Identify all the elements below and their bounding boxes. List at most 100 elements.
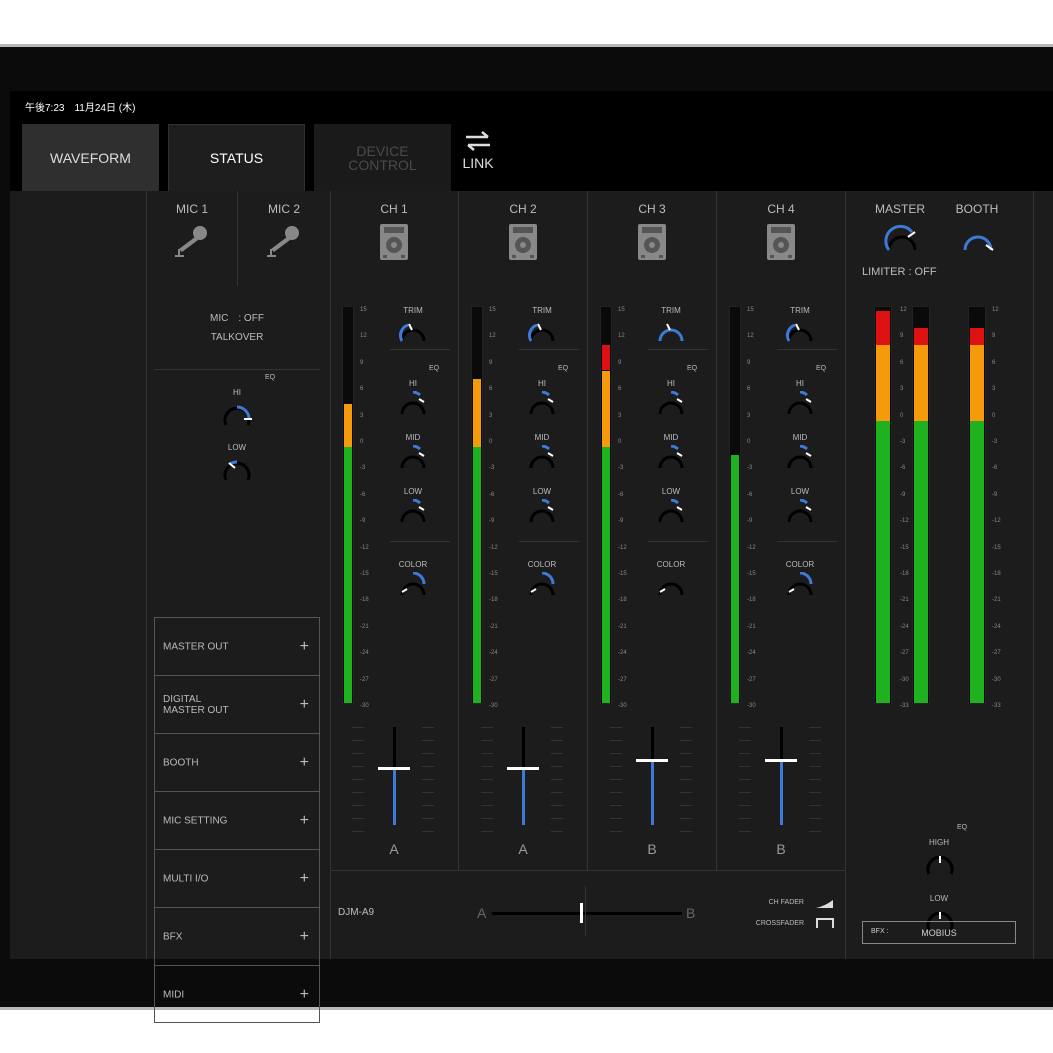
low-label: LOW <box>532 487 552 496</box>
mid-knob[interactable] <box>398 445 428 471</box>
hi-knob[interactable] <box>785 391 815 417</box>
meter-scale-label: -3 <box>992 439 998 445</box>
fader-tick <box>610 779 622 780</box>
mic1-icon <box>175 226 207 257</box>
master-level-knob[interactable] <box>884 223 920 255</box>
menu-mic-setting[interactable]: MIC SETTING + <box>155 792 319 850</box>
master-label: MASTER <box>874 202 925 216</box>
channel-fader-handle[interactable] <box>507 767 539 771</box>
fader-tick <box>809 766 821 767</box>
meter-scale-label: -9 <box>747 518 753 525</box>
divider <box>519 349 579 350</box>
meter-scale-label: -21 <box>618 623 627 630</box>
fader-tick <box>481 805 493 806</box>
crossfader-track[interactable] <box>492 912 682 915</box>
meter-scale-label: -21 <box>900 597 909 604</box>
crossfader-b-label: B <box>686 905 696 921</box>
mid-knob[interactable] <box>527 445 557 471</box>
trim-knob[interactable] <box>527 318 557 344</box>
menu-bfx[interactable]: BFX + <box>155 908 319 966</box>
channel-fader-handle[interactable] <box>636 759 668 763</box>
meter-scale-label: 9 <box>618 359 622 366</box>
meter-green <box>344 446 352 703</box>
fader-tick <box>481 831 493 832</box>
meter-scale-label: 15 <box>489 307 496 313</box>
meter-scale-label: 12 <box>489 333 496 340</box>
meter-scale-label: 12 <box>900 307 907 313</box>
crossfader-curve-label: CROSSFADER <box>755 920 804 927</box>
mid-knob[interactable] <box>785 445 815 471</box>
meter-scale-label: -27 <box>992 650 1001 657</box>
booth-level-knob[interactable] <box>960 223 996 255</box>
tab-waveform[interactable]: WAVEFORM <box>22 124 159 191</box>
color-knob[interactable] <box>656 572 686 598</box>
fader-tick <box>422 805 434 806</box>
hi-knob[interactable] <box>527 391 557 417</box>
hi-knob[interactable] <box>398 391 428 417</box>
fader-tick <box>610 766 622 767</box>
crossfader-assign-label: B <box>776 841 786 857</box>
curve-icons[interactable] <box>815 897 835 931</box>
meter-orange <box>344 404 352 447</box>
mic-low-knob[interactable] <box>221 455 253 485</box>
meter-scale-label: -18 <box>747 597 756 604</box>
link-button[interactable]: LINK <box>458 131 498 171</box>
meter-scale-label: -30 <box>618 703 627 709</box>
trim-knob[interactable] <box>398 318 428 344</box>
meter-scale-label: 0 <box>360 439 364 445</box>
menu-midi[interactable]: MIDI + <box>155 966 319 1024</box>
fader-tick <box>352 753 364 754</box>
fader-tick <box>739 779 751 780</box>
fader-tick <box>481 727 493 728</box>
tab-status[interactable]: STATUS <box>168 124 305 191</box>
color-label: COLOR <box>656 560 686 569</box>
low-knob[interactable] <box>398 499 428 525</box>
menu-digital-master-out[interactable]: DIGITAL MASTER OUT + <box>155 676 319 734</box>
menu-master-out[interactable]: MASTER OUT + <box>155 618 319 676</box>
meter-scale-label: -3 <box>360 465 366 472</box>
master-high-knob[interactable] <box>924 850 956 878</box>
meter-orange <box>914 345 928 422</box>
talkover-button[interactable]: TALKOVER <box>154 332 320 343</box>
color-knob[interactable] <box>398 572 428 598</box>
fader-tick <box>352 818 364 819</box>
fader-tick <box>422 740 434 741</box>
trim-knob[interactable] <box>785 318 815 344</box>
crossfader-handle[interactable] <box>580 903 583 923</box>
menu-multi-io[interactable]: MULTI I/O + <box>155 850 319 908</box>
color-knob[interactable] <box>785 572 815 598</box>
fader-tick <box>739 766 751 767</box>
low-knob[interactable] <box>656 499 686 525</box>
channel-fader-handle[interactable] <box>765 759 797 763</box>
fader-tick <box>610 805 622 806</box>
meter-scale-label: -18 <box>900 571 909 577</box>
fader-tick <box>422 818 434 819</box>
fader-tick <box>481 766 493 767</box>
cdj-player-icon <box>767 224 795 260</box>
trim-knob[interactable] <box>656 318 686 344</box>
meter-scale-label: 9 <box>360 359 364 366</box>
channel-fader-handle[interactable] <box>378 767 410 771</box>
plus-icon: + <box>299 695 309 713</box>
low-knob[interactable] <box>527 499 557 525</box>
tab-device-control-line2: CONTROL <box>348 156 417 173</box>
menu-booth[interactable]: BOOTH + <box>155 734 319 792</box>
divider <box>390 541 450 542</box>
hi-knob[interactable] <box>656 391 686 417</box>
fader-tick <box>680 831 692 832</box>
meter-scale-label: -27 <box>618 676 627 683</box>
fader-tick <box>739 727 751 728</box>
tab-device-control[interactable]: DEVICE CONTROL <box>314 124 451 191</box>
meter-scale-label: 3 <box>360 412 364 419</box>
divider <box>845 191 846 959</box>
menu-label: DIGITAL MASTER OUT <box>163 693 229 716</box>
meter-scale-label: 0 <box>618 439 622 445</box>
meter-scale-label: -24 <box>747 650 756 657</box>
mid-knob[interactable] <box>656 445 686 471</box>
color-knob[interactable] <box>527 572 557 598</box>
low-label: LOW <box>661 487 681 496</box>
low-knob[interactable] <box>785 499 815 525</box>
fader-tick <box>809 779 821 780</box>
mic-hi-knob[interactable] <box>221 400 253 430</box>
meter-scale-label: 6 <box>992 359 996 366</box>
